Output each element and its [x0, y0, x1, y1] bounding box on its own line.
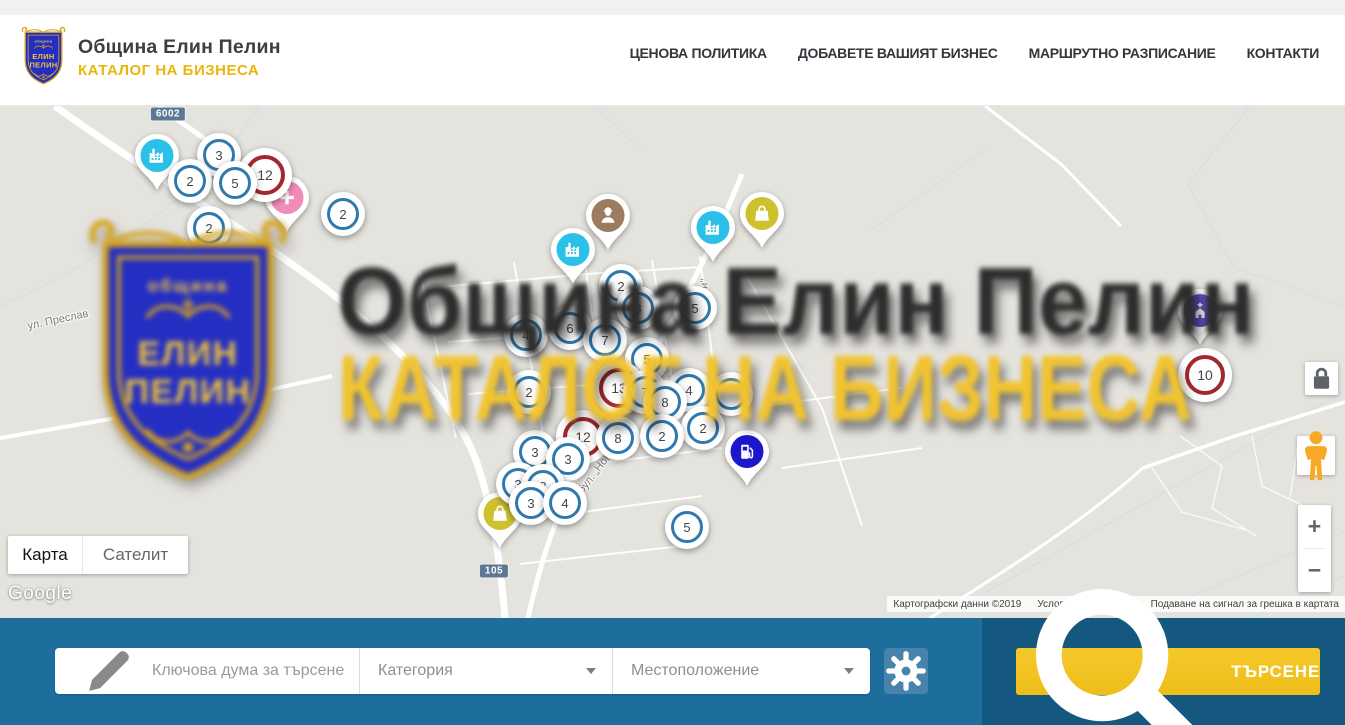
nav-pricing-policy[interactable]: ЦЕНОВА ПОЛИТИКА — [630, 45, 767, 61]
category-select[interactable]: Категория — [360, 648, 613, 694]
attribution-copyright: Картографски данни ©2019 — [893, 599, 1021, 610]
cluster-count: 8 — [614, 431, 621, 446]
marker-cluster[interactable]: 3 — [616, 286, 660, 330]
bag-marker[interactable] — [739, 191, 785, 249]
keyword-field[interactable] — [55, 648, 360, 694]
lock-button[interactable] — [1305, 362, 1338, 395]
search-bar: ТЪРСЕНЕ Категория Местоположение — [0, 618, 1345, 725]
gear-icon — [884, 649, 928, 693]
cluster-count: 3 — [215, 148, 222, 163]
marker-cluster[interactable]: 4 — [504, 313, 548, 357]
cluster-count: 3 — [527, 496, 534, 511]
site-header: община ЕЛИН ПЕЛИН Община Елин Пелин КАТА… — [0, 0, 1345, 106]
marker-cluster[interactable]: 5 — [673, 286, 717, 330]
marker-cluster[interactable]: 8 — [596, 416, 640, 460]
cluster-count: 7 — [601, 333, 608, 348]
magnifier-icon — [1016, 569, 1221, 725]
category-select-value: Категория — [378, 662, 453, 680]
cluster-count: 4 — [685, 383, 692, 398]
zoom-out-button[interactable]: − — [1298, 549, 1331, 592]
cluster-count: 3 — [531, 445, 538, 460]
marker-cluster[interactable]: 2 — [168, 159, 212, 203]
cluster-count: 10 — [1197, 367, 1213, 383]
cluster-count: 5 — [643, 352, 650, 367]
cluster-count: 2 — [525, 385, 532, 400]
cluster-count: 5 — [683, 520, 690, 535]
zoom-in-button[interactable]: + — [1298, 505, 1331, 548]
marker-cluster[interactable]: 5 — [665, 505, 709, 549]
chevron-down-icon — [586, 668, 596, 674]
cluster-count: 5 — [691, 301, 698, 316]
search-fields: Категория Местоположение — [55, 648, 870, 694]
search-button-panel: ТЪРСЕНЕ — [982, 618, 1345, 725]
cluster-count: 4 — [522, 328, 529, 343]
cluster-count: 2 — [658, 429, 665, 444]
nav-contacts[interactable]: КОНТАКТИ — [1247, 45, 1319, 61]
pegman-icon — [1297, 429, 1335, 482]
map-type-map-button[interactable]: Карта — [8, 536, 82, 574]
pencil-icon — [81, 643, 137, 699]
cluster-count: 8 — [661, 395, 668, 410]
cluster-count: 6 — [566, 321, 573, 336]
brand-text: Община Елин Пелин КАТАЛОГ НА БИЗНЕСА — [78, 36, 281, 79]
location-select-value: Местоположение — [631, 662, 759, 680]
map-type-satellite-button[interactable]: Сателит — [82, 536, 188, 574]
cluster-count: 2 — [205, 221, 212, 236]
page: община ЕЛИН ПЕЛИН Община Елин Пелин КАТА… — [0, 0, 1345, 725]
map-canvas[interactable]: ул. Преславбул. „Новоселции" 6002105 — [0, 106, 1345, 618]
cluster-count: 3 — [634, 301, 641, 316]
cluster-count: 2 — [339, 207, 346, 222]
main-nav: ЦЕНОВА ПОЛИТИКА ДОБАВЕТЕ ВАШИЯТ БИЗНЕС М… — [630, 0, 1319, 106]
marker-cluster[interactable]: 2 — [507, 370, 551, 414]
marker-cluster[interactable]: 2 — [640, 414, 684, 458]
svg-text:община: община — [35, 39, 53, 44]
cluster-count: 2 — [699, 421, 706, 436]
map-type-control: Карта Сателит — [8, 536, 188, 574]
lock-icon — [1305, 362, 1338, 395]
keyword-input[interactable] — [152, 662, 359, 680]
factory-marker[interactable] — [550, 227, 596, 285]
factory-marker[interactable] — [690, 205, 736, 263]
search-button-label: ТЪРСЕНЕ — [1231, 662, 1320, 682]
fuel-marker[interactable] — [724, 429, 770, 487]
zoom-control: + − — [1298, 505, 1331, 592]
street-view-pegman-button[interactable] — [1297, 436, 1335, 475]
nav-add-your-business[interactable]: ДОБАВЕТЕ ВАШИЯТ БИЗНЕС — [798, 45, 998, 61]
marker-cluster[interactable]: 2 — [187, 206, 231, 250]
google-logo[interactable]: Google — [8, 583, 72, 605]
marker-cluster[interactable]: 10 — [1178, 348, 1232, 402]
nav-route-schedule[interactable]: МАРШРУТНО РАЗПИСАНИЕ — [1029, 45, 1216, 61]
svg-text:ЕЛИН: ЕЛИН — [32, 52, 54, 61]
svg-text:ПЕЛИН: ПЕЛИН — [29, 60, 57, 69]
marker-cluster[interactable]: 5 — [213, 161, 257, 205]
municipal-coat-of-arms-logo: община ЕЛИН ПЕЛИН — [20, 25, 67, 89]
chevron-down-icon — [844, 668, 854, 674]
marker-cluster[interactable]: 4 — [543, 481, 587, 525]
cluster-count: 4 — [561, 496, 568, 511]
search-button[interactable]: ТЪРСЕНЕ — [1016, 648, 1320, 695]
cluster-count: 2 — [186, 174, 193, 189]
cluster-count: 3 — [564, 452, 571, 467]
advanced-settings-button[interactable] — [884, 648, 928, 694]
cluster-count: 5 — [231, 176, 238, 191]
brand-home-link[interactable]: община ЕЛИН ПЕЛИН Община Елин Пелин КАТА… — [20, 25, 281, 89]
marker-cluster[interactable]: 7 — [583, 318, 627, 362]
cluster-count: 12 — [257, 167, 273, 183]
marker-cluster[interactable]: 2 — [321, 192, 365, 236]
site-subtitle: КАТАЛОГ НА БИЗНЕСА — [78, 62, 281, 79]
site-title: Община Елин Пелин — [78, 36, 281, 59]
church-marker[interactable] — [1177, 288, 1223, 346]
location-select[interactable]: Местоположение — [613, 648, 870, 694]
marker-cluster[interactable]: 2 — [681, 406, 725, 450]
